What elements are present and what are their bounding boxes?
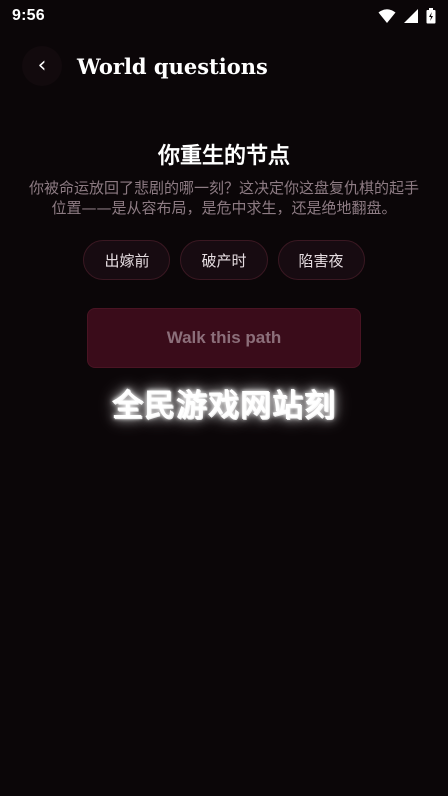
question-title: 你重生的节点 (157, 144, 290, 169)
question-description: 你被命运放回了悲剧的哪一刻？这决定你这盘复仇棋的起手位置——是从容布局，是危中求… (28, 179, 419, 217)
status-icons (378, 8, 436, 24)
signal-icon (404, 9, 418, 23)
watermark-text: 全民游戏网站刻 (112, 388, 336, 424)
choice-option-before-marriage[interactable]: 出嫁前 (83, 240, 171, 280)
chevron-left-icon: ‹ (37, 53, 47, 78)
app-bar: ‹ World questions (0, 38, 448, 94)
status-bar: 9:56 (0, 0, 448, 32)
status-time: 9:56 (12, 7, 45, 24)
back-button[interactable]: ‹ (22, 46, 62, 86)
choice-option-framed-night[interactable]: 陷害夜 (277, 240, 365, 280)
battery-icon (426, 8, 436, 24)
choice-option-bankruptcy[interactable]: 破产时 (180, 240, 268, 280)
choice-group: 出嫁前 破产时 陷害夜 (0, 240, 448, 280)
wifi-icon (378, 9, 396, 23)
screen: 9:56 ‹ World questions 你重生的节点 你被命运放回了悲剧的… (0, 0, 448, 796)
walk-this-path-button[interactable]: Walk this path (87, 308, 361, 368)
page-title: World questions (77, 53, 268, 79)
